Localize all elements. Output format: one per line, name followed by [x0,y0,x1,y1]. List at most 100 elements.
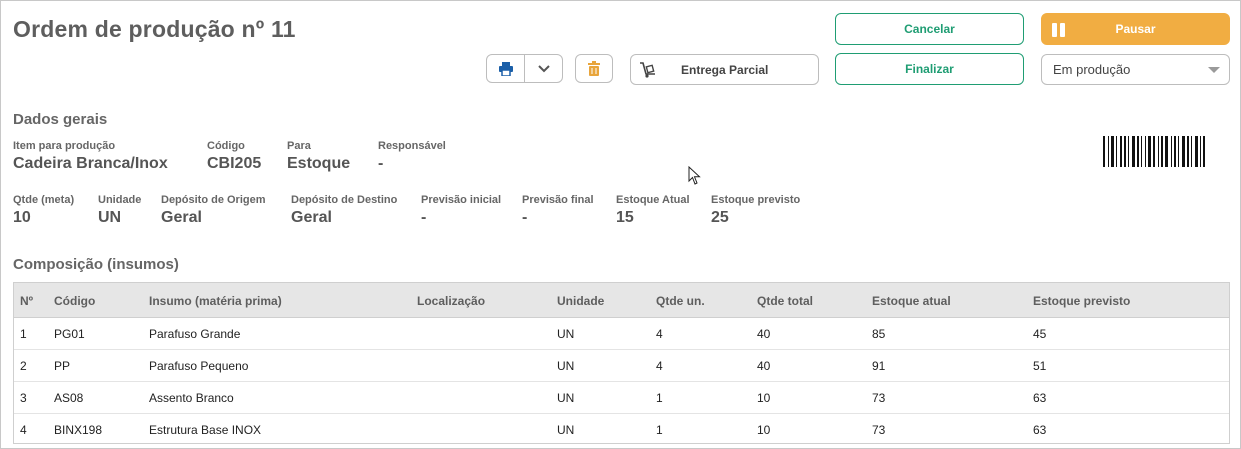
responsible-label: Responsável [378,140,446,152]
pause-button[interactable]: Pausar [1041,13,1230,45]
item-value: Cadeira Branca/Inox [13,155,168,172]
dest-label: Depósito de Destino [291,194,398,206]
cell-col-input: Estrutura Base INOX [149,423,262,437]
barcode-bar [1165,136,1168,167]
print-options-dropdown[interactable] [525,55,562,82]
cell-col-code: PP [54,359,71,373]
header-col-input[interactable]: Insumo (matéria prima) [149,294,282,308]
cell-col-current-stock: 85 [872,327,886,341]
field-destination: Depósito de Destino Geral [291,194,397,227]
cell-col-qty-total: 10 [757,423,771,437]
cell-col-number: 4 [20,423,27,437]
field-responsible: Responsável - [378,140,446,173]
cell-col-input: Parafuso Grande [149,327,241,341]
code-label: Código [207,140,245,152]
caret-down-icon [1208,67,1220,73]
header-col-location[interactable]: Localização [417,294,485,308]
mouse-cursor-icon [688,166,701,185]
barcode-bar [1178,136,1179,167]
cell-col-qty-total: 40 [757,359,771,373]
page-title: Ordem de produção nº 11 [13,16,296,42]
cell-col-unit: UN [557,423,575,437]
header-col-current-stock[interactable]: Estoque atual [872,294,951,308]
table-row[interactable]: 1 PG01 Parafuso Grande UN 4 40 85 45 [14,318,1229,350]
field-code: Código CBI205 [207,140,261,173]
field-qty: Qtde (meta) 10 [13,194,74,227]
barcode-bar [1182,136,1185,167]
barcode-bar [1116,136,1117,167]
pause-label: Pausar [1115,22,1156,36]
finish-button[interactable]: Finalizar [835,53,1024,85]
qty-label: Qtde (meta) [13,194,75,206]
table-header: Nº Código Insumo (matéria prima) Localizaçã… [14,283,1229,318]
unit-value: UN [98,209,122,226]
chevron-down-icon [537,64,550,72]
field-forecast-stock: Estoque previsto 25 [711,194,800,227]
header-col-number[interactable]: Nº [20,294,33,308]
cell-col-qty-total: 10 [757,391,771,405]
cell-col-code: PG01 [54,327,85,341]
print-button[interactable] [487,55,525,82]
header-col-forecast-stock[interactable]: Estoque previsto [1033,294,1130,308]
field-for: Para Estoque [287,140,350,173]
barcode-bar [1203,136,1205,167]
status-select[interactable]: Em produção [1041,54,1230,85]
barcode-bar [1148,136,1151,167]
barcode-bar [1191,136,1192,167]
for-label: Para [287,140,311,152]
cell-col-number: 2 [20,359,27,373]
status-select-value: Em produção [1053,62,1131,77]
start-value: - [421,209,427,226]
header-col-code[interactable]: Código [54,294,95,308]
cell-col-qty-total: 40 [757,327,771,341]
barcode-bar [1103,136,1105,167]
printer-icon [498,61,513,76]
barcode-bar [1171,136,1172,167]
partial-delivery-button[interactable]: Entrega Parcial [630,54,819,85]
item-label: Item para produção [13,140,116,152]
cancel-button[interactable]: Cancelar [835,13,1024,45]
table-body: 1 PG01 Parafuso Grande UN 4 40 85 45 2 PP Parafuso… [14,318,1229,443]
header-col-qty-unit[interactable]: Qtde un. [656,294,705,308]
barcode-bar [1108,136,1109,167]
table-row[interactable]: 2 PP Parafuso Pequeno UN 4 40 91 51 [14,350,1229,382]
barcode-bar [1153,136,1155,167]
field-unit: Unidade UN [98,194,141,227]
cell-col-number: 1 [20,327,27,341]
partial-delivery-label: Entrega Parcial [681,62,769,77]
origin-label: Depósito de Origem [161,194,266,206]
cell-col-unit: UN [557,327,575,341]
barcode-bar [1158,136,1159,167]
end-label: Previsão final [522,194,594,206]
cell-col-unit: UN [557,359,575,373]
barcode-bar [1111,136,1114,167]
barcode-bar [1161,136,1163,167]
barcode-bar [1174,136,1176,167]
table-row[interactable]: 3 AS08 Assento Branco UN 1 10 73 63 [14,382,1229,414]
field-origin: Depósito de Origem Geral [161,194,266,227]
cell-col-unit: UN [557,391,575,405]
cell-col-qty-unit: 1 [656,391,663,405]
header-col-qty-total[interactable]: Qtde total [757,294,813,308]
cell-col-current-stock: 73 [872,391,886,405]
cell-col-code: AS08 [54,391,84,405]
for-value: Estoque [287,155,351,172]
forecast-label: Estoque previsto [711,194,801,206]
barcode-bar [1128,136,1129,167]
cell-col-forecast-stock: 45 [1033,327,1047,341]
pause-icon [1052,23,1065,37]
cell-col-forecast-stock: 51 [1033,359,1047,373]
field-current-stock: Estoque Atual 15 [616,194,690,227]
composition-table: Nº Código Insumo (matéria prima) Localizaçã… [13,282,1230,444]
delete-button[interactable] [575,54,613,83]
origin-value: Geral [161,209,202,226]
general-section-title: Dados gerais [13,111,108,128]
table-row[interactable]: 4 BINX198 Estrutura Base INOX UN 1 10 73 63 [14,414,1229,443]
cell-col-current-stock: 73 [872,423,886,437]
field-end-forecast: Previsão final - [522,194,594,227]
print-button-group [486,54,563,83]
cell-col-forecast-stock: 63 [1033,423,1047,437]
header-col-unit[interactable]: Unidade [557,294,604,308]
barcode [1103,136,1230,167]
cell-col-forecast-stock: 63 [1033,391,1047,405]
